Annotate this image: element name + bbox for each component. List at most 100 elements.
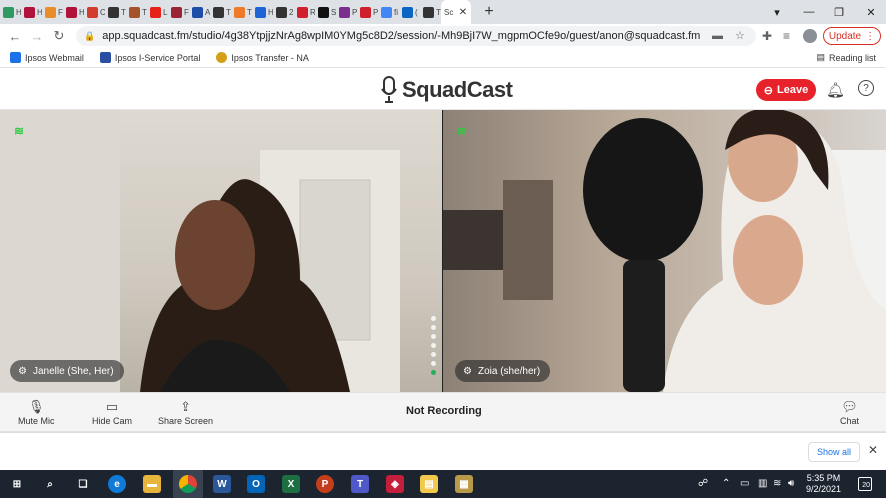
task-view-icon[interactable]: ❏: [74, 475, 92, 493]
people-icon[interactable]: ☍: [698, 478, 708, 489]
leave-button[interactable]: ⊖ Leave: [756, 79, 816, 101]
chat-button[interactable]: 💬︎ Chat: [840, 400, 859, 426]
wifi-icon[interactable]: ≋: [773, 478, 781, 489]
hide-cam-button[interactable]: ▭ Hide Cam: [92, 400, 132, 426]
browser-tab[interactable]: F: [42, 0, 63, 24]
close-icon[interactable]: ✕: [868, 443, 878, 457]
battery-icon[interactable]: ▭: [740, 478, 749, 489]
browser-tab[interactable]: R: [294, 0, 315, 24]
chat-label: Chat: [840, 416, 860, 426]
browser-tab[interactable]: L: [147, 0, 168, 24]
tab-favicon-icon: [213, 6, 224, 18]
browser-tab[interactable]: T: [126, 0, 147, 24]
word-icon[interactable]: W: [213, 475, 231, 493]
browser-tab[interactable]: C: [84, 0, 105, 24]
browser-tab[interactable]: H: [21, 0, 42, 24]
security-icon[interactable]: ◈: [386, 475, 404, 493]
tray-overflow-icon[interactable]: ⌃: [722, 478, 730, 489]
help-icon[interactable]: ?: [858, 80, 874, 96]
tab-close-icon[interactable]: ✕: [458, 7, 468, 18]
file-explorer-icon[interactable]: ▬: [143, 475, 161, 493]
recording-status: Not Recording: [406, 405, 482, 417]
bookmark-star-icon[interactable]: ☆: [735, 29, 745, 42]
edge-icon[interactable]: e: [108, 475, 126, 493]
browser-tab[interactable]: T: [105, 0, 126, 24]
browser-tab[interactable]: P: [357, 0, 378, 24]
url-text[interactable]: app.squadcast.fm/studio/4g38YtpjjzNrAg8w…: [102, 30, 700, 42]
teams-icon[interactable]: T: [351, 475, 369, 493]
windows-taskbar: ⊞ ⌕ ❏ e ▬ W O X P T ◈ ▤ ▦ ☍ ⌃ ▭ ▥ ≋ 🔊︎ 5…: [0, 470, 886, 498]
browser-tab[interactable]: H: [0, 0, 21, 24]
windows-start-icon[interactable]: ⊞: [8, 475, 26, 493]
browser-tab[interactable]: P: [336, 0, 357, 24]
clock-date: 9/2/2021: [806, 484, 842, 494]
browser-tab[interactable]: T: [231, 0, 252, 24]
tab-search-icon[interactable]: ▾: [762, 0, 792, 24]
outlook-icon[interactable]: O: [247, 475, 265, 493]
bookmark-ipsos-webmail[interactable]: Ipsos Webmail: [10, 52, 84, 63]
maximize-button[interactable]: ❐: [824, 0, 854, 24]
leave-label: Leave: [777, 84, 809, 96]
search-icon[interactable]: ⌕: [41, 475, 59, 493]
tab-favicon-icon: [276, 6, 287, 18]
extensions-icon[interactable]: ✚: [762, 29, 772, 43]
address-bar[interactable]: 🔒 app.squadcast.fm/studio/4g38YtpjjzNrAg…: [76, 26, 756, 46]
settings-gear-icon[interactable]: ⚙: [18, 366, 27, 377]
new-tab-button[interactable]: +: [477, 3, 501, 21]
browser-tab[interactable]: S: [315, 0, 336, 24]
browser-tab[interactable]: T: [210, 0, 231, 24]
browser-tab[interactable]: (: [399, 0, 420, 24]
video-feed-janelle: [0, 110, 400, 392]
browser-tab[interactable]: A: [189, 0, 210, 24]
window-close-button[interactable]: ✕: [856, 0, 886, 24]
leave-icon: ⊖: [763, 84, 773, 97]
connection-strength-icon: ≋: [457, 124, 468, 138]
system-clock[interactable]: 5:35 PM 9/2/2021: [806, 473, 841, 495]
network-icon[interactable]: ▥: [758, 478, 767, 489]
bookmark-ipsos-service-portal[interactable]: Ipsos I-Service Portal: [99, 52, 201, 63]
powerpoint-icon[interactable]: P: [316, 475, 334, 493]
app-icon[interactable]: ▦: [455, 475, 473, 493]
notification-center-icon[interactable]: 20: [858, 477, 872, 491]
share-screen-icon: ⇪: [180, 399, 191, 414]
tab-favicon-icon: [24, 6, 35, 18]
back-icon[interactable]: ←: [4, 29, 26, 44]
profile-avatar[interactable]: [803, 29, 817, 43]
squadcast-logo[interactable]: SquadCast: [380, 75, 513, 105]
chrome-icon[interactable]: [179, 475, 197, 493]
notification-bell-icon[interactable]: 🔔︎: [826, 81, 845, 99]
browser-tab[interactable]: fi: [378, 0, 399, 24]
minimize-button[interactable]: —: [794, 0, 824, 24]
notes-icon[interactable]: ▤: [420, 475, 438, 493]
reading-list-icon: ▤: [816, 52, 825, 62]
browser-tab[interactable]: F: [168, 0, 189, 24]
update-label: Update: [828, 30, 862, 42]
bookmark-label: Ipsos I-Service Portal: [114, 52, 201, 63]
reload-icon[interactable]: ↻: [48, 28, 70, 44]
tab-favicon-icon: [360, 6, 371, 18]
mute-mic-button[interactable]: 🎙︎ Mute Mic: [18, 400, 55, 426]
excel-icon[interactable]: X: [282, 475, 300, 493]
tab-strip: H H F H C T T L F A T T H 2 R S P Pfi(T Sc ✕ +: [0, 0, 886, 24]
outlook-icon: [10, 52, 21, 63]
tab-favicon-icon: [108, 6, 119, 18]
reading-list-button[interactable]: ▤ Reading list: [816, 52, 876, 63]
forward-icon[interactable]: →: [26, 29, 48, 44]
browser-tab[interactable]: H: [63, 0, 84, 24]
browser-tab[interactable]: H: [252, 0, 273, 24]
browser-tab[interactable]: 2: [273, 0, 294, 24]
camera-icon: ▭: [105, 399, 119, 414]
bookmark-ipsos-transfer[interactable]: Ipsos Transfer - NA: [216, 52, 309, 63]
camera-icon[interactable]: ▬: [712, 30, 723, 42]
video-tile-zoia: ≋ ⚙ Zoia (she/her): [443, 110, 886, 392]
browser-tab-active[interactable]: Sc ✕: [441, 0, 471, 24]
browser-tab[interactable]: T: [420, 0, 441, 24]
update-button[interactable]: Update ⋮: [823, 27, 881, 45]
show-all-button[interactable]: Show all: [808, 442, 860, 462]
media-icon[interactable]: ≡: [783, 29, 790, 43]
volume-icon[interactable]: 🔊︎: [788, 478, 794, 489]
tab-favicon-icon: [192, 6, 203, 18]
share-screen-button[interactable]: ⇪ Share Screen: [158, 400, 213, 426]
settings-gear-icon[interactable]: ⚙: [463, 366, 472, 377]
tab-favicon-icon: [129, 6, 140, 18]
